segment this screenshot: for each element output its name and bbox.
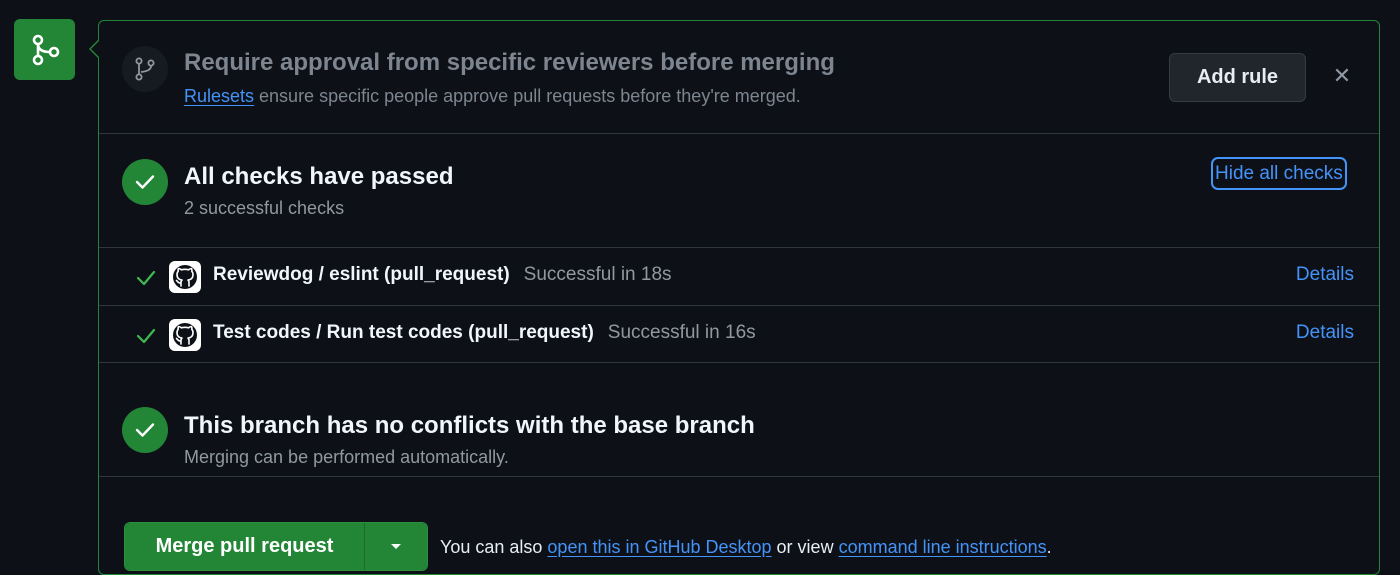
conflict-subtitle: Merging can be performed automatically. [184, 447, 509, 467]
github-mark-icon [169, 261, 201, 293]
merge-note-prefix: You can also [440, 537, 548, 557]
check-name: Test codes / Run test codes (pull_reques… [213, 322, 756, 344]
merge-note-middle: or view [771, 537, 839, 557]
close-icon[interactable]: ✕ [1329, 63, 1355, 89]
conflict-status: This branch has no conflicts with the ba… [99, 363, 1379, 477]
git-merge-icon [14, 19, 75, 80]
check-row: Test codes / Run test codes (pull_reques… [99, 306, 1379, 363]
git-branch-icon [122, 46, 168, 92]
check-icon [136, 328, 156, 344]
conflict-title: This branch has no conflicts with the ba… [184, 412, 755, 439]
merge-actions: Merge pull request You can also open thi… [99, 477, 1379, 575]
merge-options-dropdown[interactable] [365, 523, 427, 570]
ruleset-suggestion: Require approval from specific reviewers… [99, 21, 1379, 134]
check-icon [136, 270, 156, 286]
merge-note: You can also open this in GitHub Desktop… [440, 537, 1052, 558]
ruleset-title: Require approval from specific reviewers… [184, 49, 835, 76]
merge-button-group: Merge pull request [124, 522, 428, 571]
details-link[interactable]: Details [1296, 264, 1354, 286]
check-circle-icon [122, 407, 168, 453]
check-circle-icon [122, 159, 168, 205]
check-name-text: Test codes / Run test codes (pull_reques… [213, 322, 594, 343]
github-mark-icon [169, 319, 201, 351]
merge-panel: Require approval from specific reviewers… [0, 0, 1400, 575]
check-row: Reviewdog / eslint (pull_request) Success… [99, 248, 1379, 306]
merge-box: Require approval from specific reviewers… [98, 20, 1380, 575]
check-name: Reviewdog / eslint (pull_request) Success… [213, 264, 672, 286]
details-link[interactable]: Details [1296, 322, 1354, 344]
checks-summary: All checks have passed 2 successful chec… [99, 134, 1379, 248]
ruleset-description: Rulesets ensure specific people approve … [184, 86, 801, 107]
merge-note-suffix: . [1046, 537, 1052, 557]
command-line-link[interactable]: command line instructions [839, 537, 1047, 557]
hide-all-checks-button[interactable]: Hide all checks [1211, 157, 1347, 190]
merge-pull-request-button[interactable]: Merge pull request [125, 523, 365, 570]
ruleset-description-text: ensure specific people approve pull requ… [254, 86, 801, 106]
triangle-down-icon [391, 543, 401, 549]
box-pointer-inner [91, 41, 99, 57]
github-desktop-link[interactable]: open this in GitHub Desktop [547, 537, 771, 557]
check-status: Successful in 16s [607, 322, 756, 343]
add-rule-button[interactable]: Add rule [1169, 53, 1306, 102]
checks-subtitle: 2 successful checks [184, 198, 345, 218]
check-name-text: Reviewdog / eslint (pull_request) [213, 264, 510, 285]
checks-title: All checks have passed [184, 163, 454, 190]
check-status: Successful in 18s [523, 264, 672, 285]
rulesets-link[interactable]: Rulesets [184, 86, 254, 106]
